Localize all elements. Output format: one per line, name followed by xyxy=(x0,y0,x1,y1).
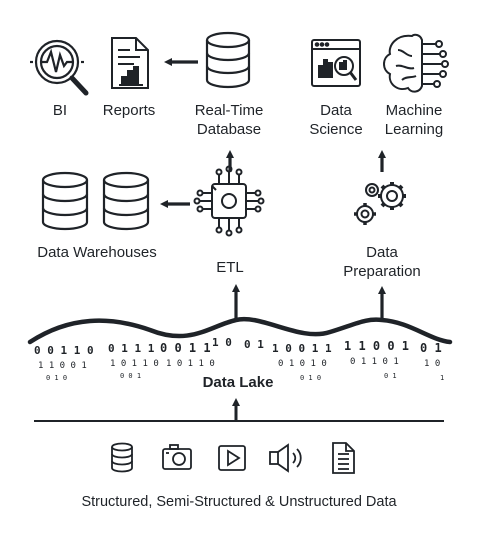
label-data-lake: Data Lake xyxy=(190,373,286,392)
camera-icon xyxy=(162,444,192,470)
svg-text:0 1 1 1: 0 1 1 1 xyxy=(108,342,155,355)
label-ml-line1: Machine xyxy=(385,102,443,119)
svg-text:1 1 0 0 1: 1 1 0 0 1 xyxy=(38,361,87,371)
data-science-icon xyxy=(311,39,361,87)
reports-icon xyxy=(111,37,149,89)
svg-text:1: 1 xyxy=(440,374,444,382)
database-icon xyxy=(111,442,133,473)
speaker-icon xyxy=(269,443,302,473)
play-icon xyxy=(218,445,246,471)
svg-text:1 0: 1 0 xyxy=(212,336,232,349)
bi-magnifier-icon xyxy=(30,39,89,96)
svg-text:1 1 0 0 1: 1 1 0 0 1 xyxy=(344,339,409,353)
realtime-database-icon xyxy=(205,31,251,89)
svg-text:0 1 0: 0 1 0 xyxy=(46,374,67,382)
label-realtime-database: Real-Time Database xyxy=(180,101,278,139)
svg-text:0 1 0 1 0: 0 1 0 1 0 xyxy=(278,359,327,369)
svg-text:0 0 1 1: 0 0 1 1 xyxy=(160,341,211,355)
data-preparation-gears-icon xyxy=(354,182,406,225)
svg-text:0 0 1 1 0: 0 0 1 1 0 xyxy=(34,344,94,357)
document-icon xyxy=(332,442,355,474)
label-prep-line1: Data xyxy=(366,244,398,261)
label-realtime-line2: Database xyxy=(196,121,262,138)
label-ds-line2: Science xyxy=(309,121,363,138)
svg-text:0 1: 0 1 xyxy=(384,372,397,380)
svg-text:0 1: 0 1 xyxy=(244,338,264,351)
label-ds-line1: Data xyxy=(320,102,352,119)
svg-text:0 0 1: 0 0 1 xyxy=(120,372,141,380)
svg-text:0 1 1 0 1: 0 1 1 0 1 xyxy=(350,357,399,367)
label-prep-line2: Preparation xyxy=(343,263,421,280)
etl-chip-icon xyxy=(193,165,265,237)
svg-text:1 0: 1 0 xyxy=(424,359,440,369)
data-warehouse-icon xyxy=(102,171,150,231)
data-warehouse-icon xyxy=(41,171,89,231)
svg-text:1 0 1 1 0: 1 0 1 1 0 xyxy=(166,359,215,369)
svg-text:1 0 0 1 1: 1 0 0 1 1 xyxy=(272,342,332,355)
label-sources-caption: Structured, Semi-Structured & Unstructur… xyxy=(81,494,397,510)
svg-text:1 0 1 1 0: 1 0 1 1 0 xyxy=(110,359,159,369)
label-data-science: Data Science xyxy=(306,101,366,139)
label-data-preparation: Data Preparation xyxy=(326,243,438,281)
label-etl: ETL xyxy=(216,259,244,276)
label-machine-learning: Machine Learning xyxy=(372,101,456,139)
svg-text:0 1: 0 1 xyxy=(420,341,442,355)
label-ml-line2: Learning xyxy=(384,121,444,138)
machine-learning-brain-icon xyxy=(383,33,449,93)
label-data-warehouses: Data Warehouses xyxy=(37,244,157,261)
label-reports: Reports xyxy=(102,102,156,119)
label-realtime-line1: Real-Time xyxy=(194,102,264,119)
svg-text:0 1 0: 0 1 0 xyxy=(300,374,321,382)
label-bi: BI xyxy=(52,102,68,119)
